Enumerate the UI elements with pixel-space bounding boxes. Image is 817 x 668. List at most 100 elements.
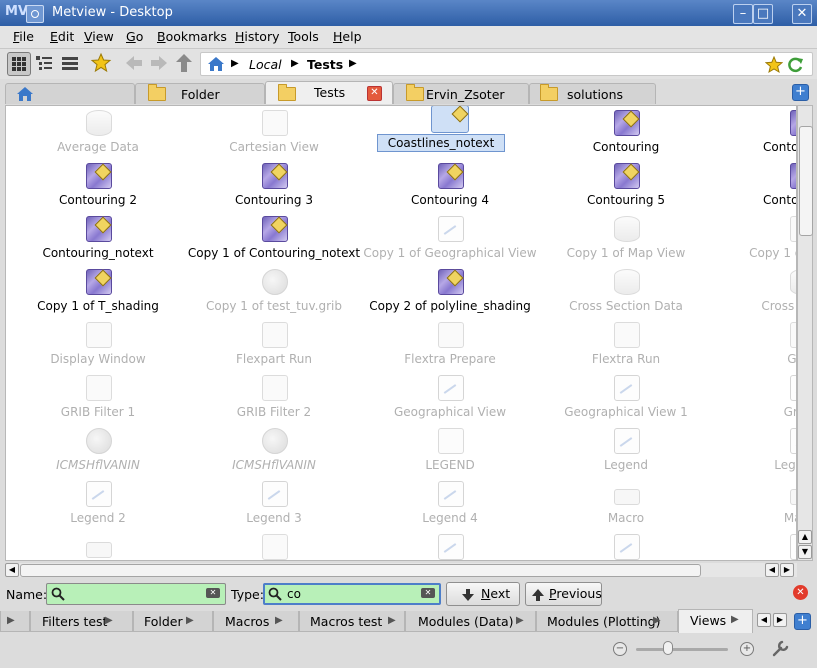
home-icon[interactable] — [207, 56, 225, 72]
clear-text-icon[interactable]: ✕ — [421, 588, 435, 598]
desktop-icon-item[interactable]: Contouring — [538, 106, 714, 156]
desktop-icon-item[interactable]: Geographical View — [362, 371, 538, 421]
desktop-icon-item[interactable]: Flexpart Run — [186, 318, 362, 368]
drawer-tab-macros[interactable]: Macros ▶ — [213, 611, 299, 632]
desktop-icon-item[interactable]: Legend 4 — [362, 477, 538, 527]
desktop-icon-item[interactable] — [538, 530, 714, 560]
menu-file[interactable]: File — [13, 29, 34, 44]
desktop-icon-item[interactable]: Legend 3 — [186, 477, 362, 527]
menu-go[interactable]: Go — [126, 29, 143, 44]
scroll-left-button-end[interactable]: ◀ — [765, 563, 779, 577]
desktop-icon-item[interactable]: GRIB Filter 1 — [10, 371, 186, 421]
tab-ervin-zsoter[interactable]: Ervin_Zsoter — [393, 83, 529, 104]
close-find-bar-icon[interactable]: ✕ — [793, 585, 808, 600]
desktop-icon-item[interactable]: Cross Section Data — [538, 265, 714, 315]
desktop-icon-item[interactable] — [714, 530, 796, 560]
name-filter-field[interactable]: ✕ — [46, 583, 226, 605]
scroll-down-button[interactable]: ▼ — [798, 545, 812, 559]
desktop-icon-item[interactable] — [10, 530, 186, 560]
desktop-icon-item[interactable]: Legend 2 — [10, 477, 186, 527]
type-filter-input[interactable] — [287, 586, 407, 602]
desktop-icon-item[interactable]: Copy 1 of Contouring_notext — [186, 212, 362, 262]
desktop-icon-item[interactable]: Copy 1 of T_shading — [10, 265, 186, 315]
desktop-icon-item[interactable]: Geographical View 1 — [538, 371, 714, 421]
desktop-icon-item[interactable]: Contouring 5 — [538, 159, 714, 209]
drawer-tab-folder[interactable]: Folder ▶ — [133, 611, 213, 632]
maximize-button[interactable]: □ — [753, 4, 773, 24]
desktop-icon-item[interactable]: Copy 1 of Geographical View — [362, 212, 538, 262]
tabs-scroll-right-button[interactable]: ▶ — [773, 613, 787, 627]
desktop-icon-item[interactable]: Macro — [714, 477, 796, 527]
drawer-tab-modules-data[interactable]: Modules (Data) ▶ — [405, 611, 536, 632]
desktop-icon-item[interactable]: Contouring 3 — [186, 159, 362, 209]
desktop-icon-item[interactable]: Cartesian View — [186, 106, 362, 156]
previous-button[interactable]: Previous — [525, 582, 602, 606]
menu-edit[interactable]: Edit — [50, 29, 74, 44]
desktop-icon-item[interactable]: ICMSHflVANIN — [186, 424, 362, 474]
desktop-icon-item[interactable]: Macro — [538, 477, 714, 527]
desktop-icon-item[interactable]: Legend 1 — [714, 424, 796, 474]
menu-tools[interactable]: Tools — [288, 29, 319, 44]
tab-solutions[interactable]: solutions — [529, 83, 656, 104]
add-tab-button[interactable]: + — [792, 84, 809, 101]
icon-view-button[interactable] — [7, 52, 31, 76]
bookmark-star-button[interactable] — [90, 52, 114, 76]
desktop-icon-item[interactable]: GRIB — [714, 318, 796, 368]
type-filter-field[interactable]: ✕ — [263, 583, 441, 605]
desktop-icon-item[interactable]: Legend — [538, 424, 714, 474]
menu-help[interactable]: Help — [333, 29, 362, 44]
tab-tests[interactable]: Tests ✕ — [265, 81, 393, 104]
minimize-button[interactable]: – — [733, 4, 753, 24]
menu-bookmarks[interactable]: Bookmarks — [157, 29, 227, 44]
desktop-icon-item[interactable]: Cross Section — [714, 265, 796, 315]
desktop-icon-item[interactable]: Contouring 2 — [10, 159, 186, 209]
window-menu-icon[interactable] — [26, 5, 44, 23]
desktop-icon-item[interactable]: LEGEND — [362, 424, 538, 474]
close-tab-icon[interactable]: ✕ — [367, 86, 382, 101]
drawer-tab-filters-test[interactable]: Filters test ▶ — [30, 611, 133, 632]
desktop-icon-item[interactable]: Display Window — [10, 318, 186, 368]
desktop-icon-item[interactable]: Graph — [714, 371, 796, 421]
drawer-tab-macros-test[interactable]: Macros test ▶ — [299, 611, 405, 632]
refresh-icon[interactable] — [786, 56, 804, 74]
icon-view[interactable]: Average Data Cartesian View Coastlines_not… — [5, 105, 797, 561]
desktop-icon-item[interactable] — [186, 530, 362, 560]
desktop-icon-item[interactable]: GRIB Filter 2 — [186, 371, 362, 421]
drawer-tab-views[interactable]: Views ▶ — [678, 609, 753, 633]
scroll-left-button[interactable]: ◀ — [5, 563, 19, 577]
list-view-button[interactable] — [59, 52, 83, 76]
vertical-scrollbar[interactable]: ▲ ▼ — [797, 105, 813, 561]
desktop-icon-item[interactable]: Average Data — [10, 106, 186, 156]
scrollbar-thumb[interactable] — [20, 564, 701, 577]
breadcrumb-local[interactable]: Local — [249, 57, 282, 72]
scroll-right-button[interactable]: ▶ — [780, 563, 794, 577]
desktop-icon-item[interactable] — [362, 530, 538, 560]
close-window-button[interactable]: ✕ — [792, 4, 812, 24]
wrench-icon[interactable] — [770, 639, 790, 659]
scrollbar-thumb[interactable] — [799, 126, 813, 236]
desktop-icon-item[interactable]: ICMSHflVANIN — [10, 424, 186, 474]
breadcrumb-tests[interactable]: Tests — [307, 57, 343, 72]
name-filter-input[interactable] — [69, 586, 189, 602]
add-drawer-button[interactable]: + — [794, 613, 811, 630]
back-button[interactable] — [123, 52, 147, 76]
bookmark-star-icon[interactable] — [765, 56, 783, 74]
next-button[interactable]: Next — [446, 582, 520, 606]
desktop-icon-item[interactable]: Contouring_notext — [10, 212, 186, 262]
tab-folder[interactable]: Folder — [135, 83, 265, 104]
desktop-icon-item[interactable]: Flextra Prepare — [362, 318, 538, 368]
zoom-in-icon[interactable]: + — [740, 642, 754, 656]
drawer-tab-modules-plotting[interactable]: Modules (Plotting) ▶ — [536, 611, 678, 632]
horizontal-scrollbar[interactable]: ◀ ◀ ▶ — [5, 563, 797, 577]
forward-button[interactable] — [148, 52, 172, 76]
clear-text-icon[interactable]: ✕ — [206, 588, 220, 598]
detailed-view-button[interactable] — [33, 52, 57, 76]
zoom-slider-handle[interactable] — [663, 641, 674, 655]
up-button[interactable] — [173, 52, 197, 76]
desktop-icon-item[interactable]: Flextra Run — [538, 318, 714, 368]
desktop-icon-item[interactable]: Contouring 6 — [714, 159, 796, 209]
desktop-icon-item[interactable]: Copy 1 of test_tuv.grib — [186, 265, 362, 315]
desktop-icon-item[interactable]: Copy 1 of Symbol — [714, 212, 796, 262]
desktop-icon-item[interactable]: Copy 1 of Map View — [538, 212, 714, 262]
tab-home[interactable] — [5, 83, 135, 104]
